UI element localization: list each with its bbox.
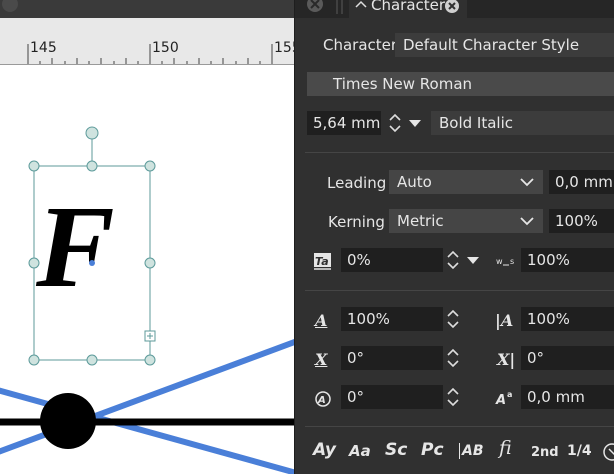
svg-text:s: s <box>510 257 514 266</box>
toolbar-ordinals-button[interactable]: 2nd <box>531 445 559 460</box>
rotate-character-input[interactable]: 0° <box>341 385 443 409</box>
svg-text:a: a <box>507 390 512 399</box>
section-divider <box>305 152 614 153</box>
tracking-icon: Ta <box>314 253 331 270</box>
scale-width-input[interactable]: 100% <box>521 307 614 331</box>
close-tab-icon[interactable] <box>443 0 461 15</box>
leading-amount-input[interactable]: 0,0 mm <box>549 170 614 194</box>
baseline-shift-input[interactable]: 0,0 mm <box>521 385 614 409</box>
tab-character[interactable]: Character <box>349 0 467 18</box>
kerning-amount-input[interactable]: 100% <box>549 209 614 233</box>
black-circle[interactable] <box>40 393 96 449</box>
scale-height-stepper-icon[interactable] <box>443 307 463 331</box>
toolbar-more-icon[interactable] <box>601 441 614 463</box>
tab-character-label: Character <box>371 0 446 14</box>
font-style-dropdown[interactable]: Bold Italic <box>431 111 614 135</box>
skew-x-stepper-icon[interactable] <box>443 346 463 370</box>
toolbar-case-button[interactable]: Ay <box>313 440 336 460</box>
tracking-stepper-icon[interactable] <box>443 248 463 272</box>
font-family-field[interactable]: Times New Roman <box>307 72 614 96</box>
character-panel: Character Character Default Character St… <box>294 0 614 474</box>
baseline-shift-icon: A a <box>495 390 512 408</box>
handle-top-right[interactable] <box>144 160 156 172</box>
leading-dropdown-value: Auto <box>397 173 432 191</box>
tracking-input[interactable]: 0% <box>341 248 443 272</box>
font-size-input[interactable]: 5,64 mm <box>307 111 381 135</box>
toolbar-ligatures-button[interactable]: fi <box>499 437 512 459</box>
handle-top[interactable] <box>86 160 98 172</box>
font-size-dropdown-icon[interactable] <box>405 111 425 135</box>
handle-bottom-left[interactable] <box>28 354 40 366</box>
section-divider <box>305 290 614 291</box>
character-style-dropdown[interactable]: Default Character Style <box>395 33 614 57</box>
chevron-down-icon <box>520 217 534 226</box>
scale-height-icon: A <box>315 311 328 330</box>
toolbar-contextual-button[interactable]: AB <box>459 443 484 459</box>
leading-label: Leading <box>327 174 387 192</box>
word-spacing-input[interactable]: 100% <box>521 248 614 272</box>
word-spacing-icon: w s <box>496 257 514 266</box>
handle-bottom-right[interactable] <box>144 354 156 366</box>
handle-top-left[interactable] <box>28 160 40 172</box>
tab-chevron-icon <box>355 0 367 8</box>
svg-text:A: A <box>317 395 326 406</box>
toolbar-petite-caps-button[interactable]: Pc <box>421 440 444 460</box>
scale-height-input[interactable]: 100% <box>341 307 443 331</box>
handle-bottom[interactable] <box>86 354 98 366</box>
kerning-dropdown[interactable]: Metric <box>389 209 543 233</box>
rotate-character-icon: A <box>315 391 331 407</box>
svg-text:A: A <box>495 393 506 408</box>
toolbar-caps-button[interactable]: Aa <box>349 442 371 460</box>
artwork: F <box>0 126 294 474</box>
kerning-label: Kerning <box>328 213 385 231</box>
character-style-label: Character <box>323 36 398 54</box>
skew-x-input[interactable]: 0° <box>341 346 443 370</box>
font-size-stepper-icon[interactable] <box>385 111 405 135</box>
text-glyph[interactable]: F <box>35 181 115 312</box>
kerning-dropdown-value: Metric <box>397 212 444 230</box>
chevron-down-icon <box>520 178 534 187</box>
skew-y-icon: X| <box>497 350 516 369</box>
handle-right[interactable] <box>144 257 156 269</box>
svg-text:Ta: Ta <box>315 255 329 268</box>
tracking-dropdown-icon[interactable] <box>463 248 483 272</box>
skew-x-icon: X <box>315 350 328 369</box>
leading-dropdown[interactable]: Auto <box>389 170 543 194</box>
skew-y-input[interactable]: 0° <box>521 346 614 370</box>
panel-tab-strip: Character <box>295 0 614 18</box>
toolbar-fractions-button[interactable]: 1/4 <box>567 443 592 459</box>
rotate-handle[interactable] <box>85 126 99 140</box>
rotate-stepper-icon[interactable] <box>443 385 463 409</box>
toolbar-small-caps-button[interactable]: Sc <box>385 440 407 460</box>
center-point <box>89 260 95 266</box>
section-divider <box>305 426 614 427</box>
design-canvas[interactable]: 145 150 155 <box>0 0 294 474</box>
scale-width-icon: |A <box>495 311 514 330</box>
svg-text:w: w <box>496 257 503 266</box>
